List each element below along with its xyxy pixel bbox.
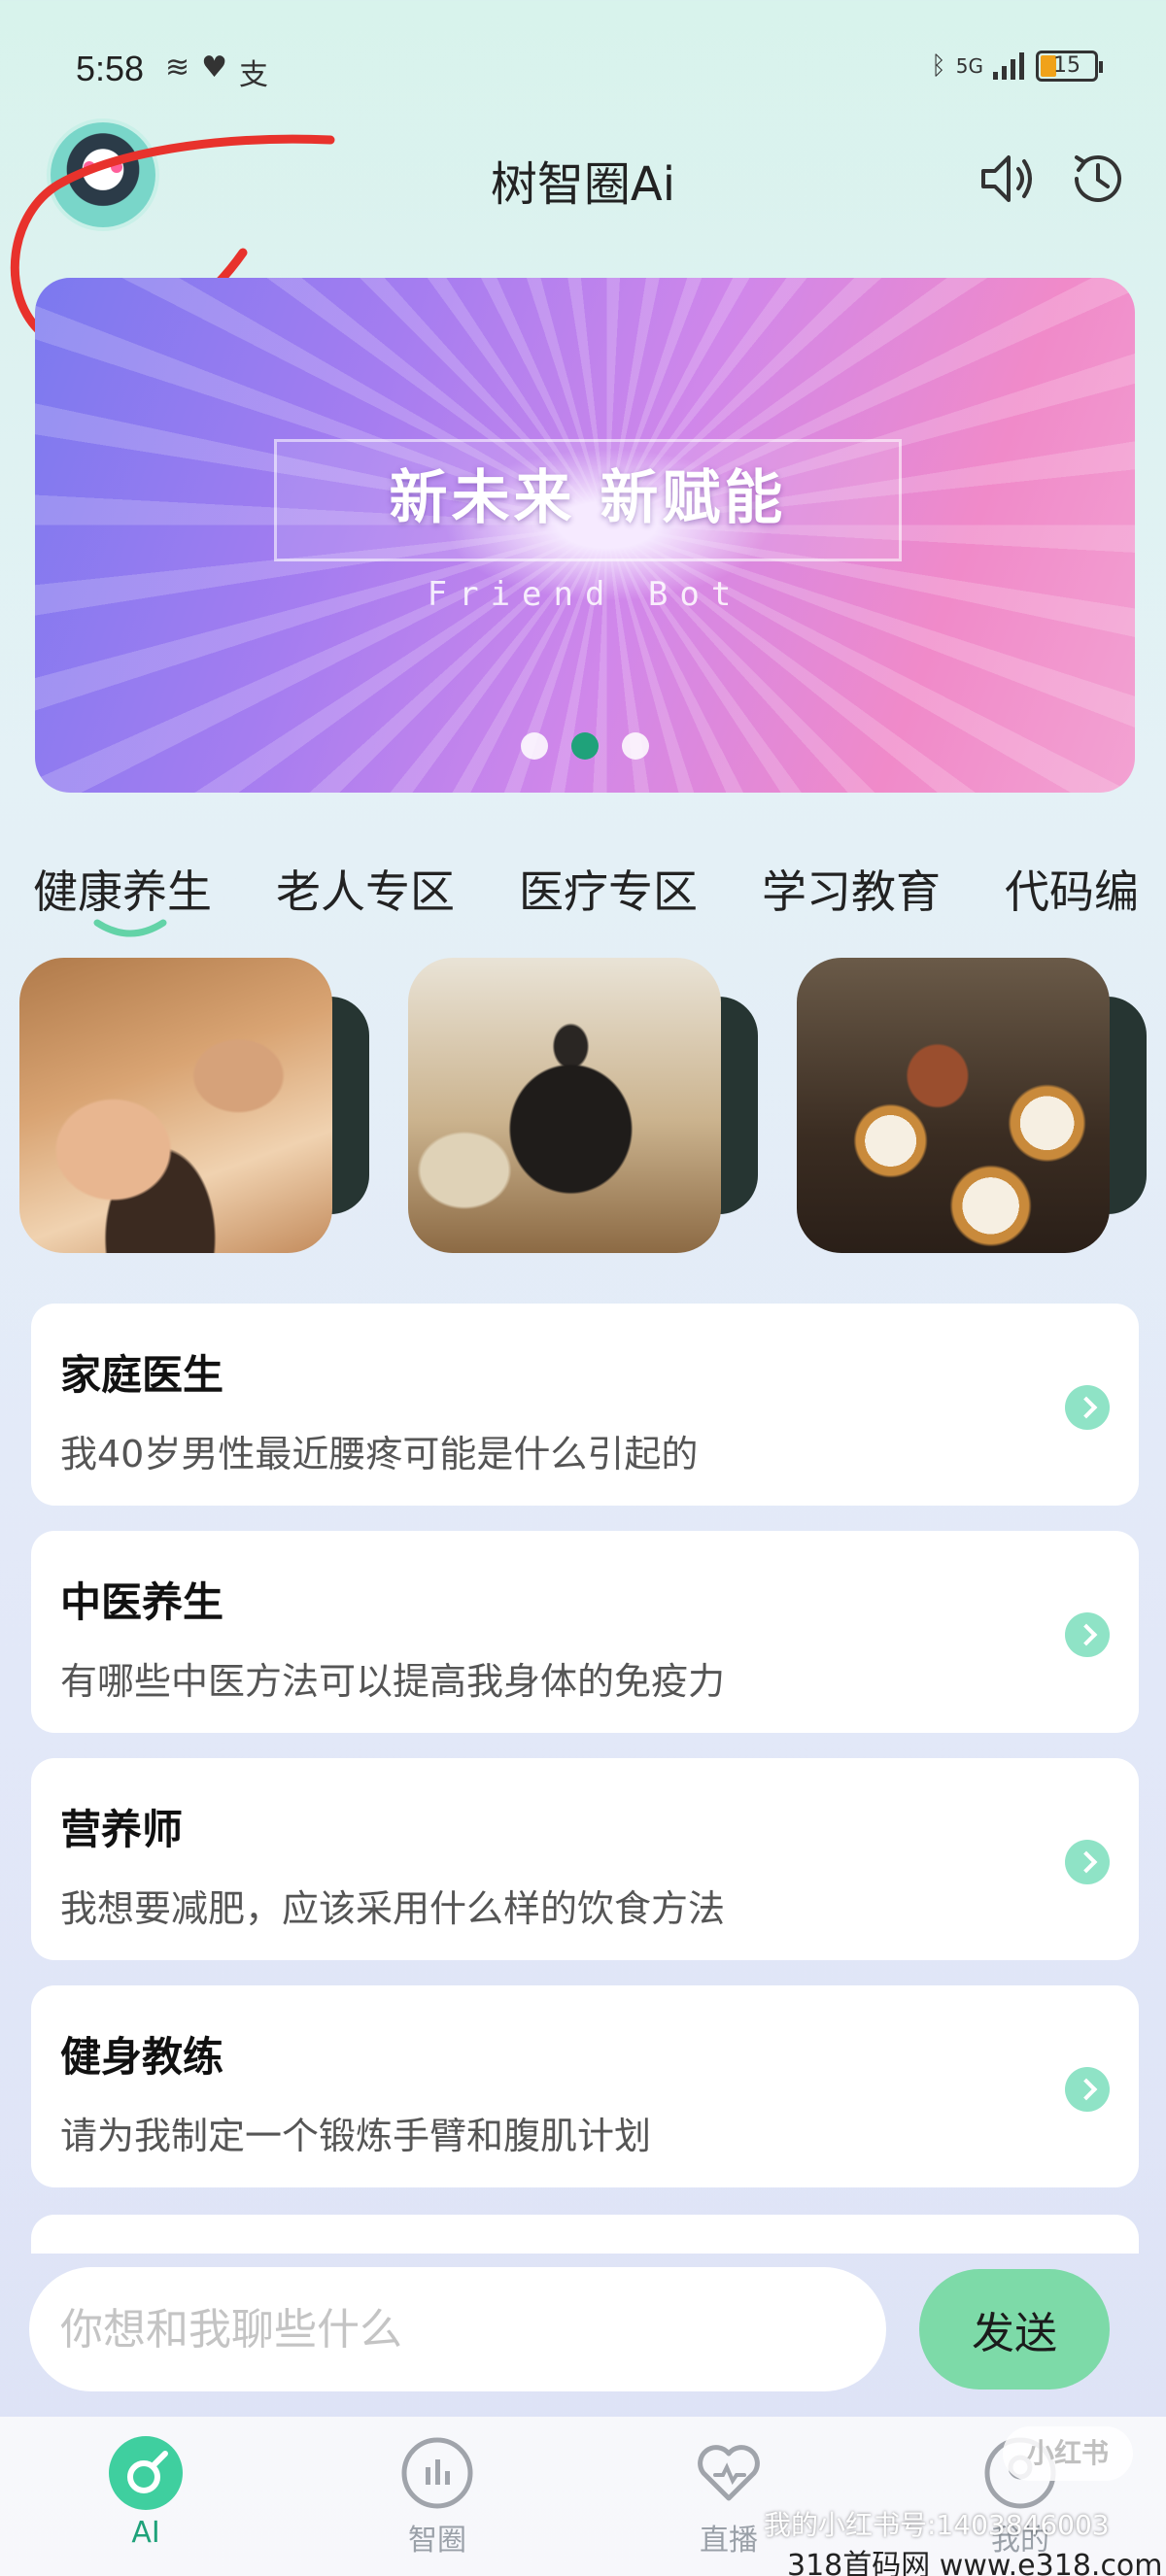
chevron-right-icon[interactable] [1065, 1840, 1110, 1884]
card-question: 请为我制定一个锻炼手臂和腹肌计划 [60, 2115, 652, 2157]
network-label: 5G [955, 54, 983, 78]
status-bar: 5:58 ≋ ♥ 支 ᛒ 5G 15 [0, 0, 1166, 146]
battery-icon: 15 [1036, 51, 1103, 82]
nav-label: AI [131, 2516, 160, 2550]
tab-medical[interactable]: 医疗专区 [519, 857, 698, 934]
active-tab-indicator [93, 919, 167, 937]
banner-dot[interactable] [622, 732, 649, 760]
watermark-account: 我的小红书号:1403846003 [764, 2509, 1110, 2541]
feature-thumbnails [19, 958, 1166, 1253]
system-status: ᛒ 5G 15 [931, 51, 1103, 82]
heart-icon [698, 2445, 760, 2501]
card-question: 我想要减肥，应该采用什么样的饮食方法 [60, 1887, 726, 1930]
chevron-right-icon[interactable] [1065, 1385, 1110, 1430]
nav-label: 智圈 [408, 2524, 466, 2558]
notification-icons: ≋ ♥ 支 [165, 51, 268, 93]
tab-coding[interactable]: 代码编 [1005, 857, 1139, 934]
card-question: 我40岁男性最近腰疼可能是什么引起的 [60, 1433, 699, 1475]
massage-image [19, 958, 332, 1253]
ai-icon [109, 2436, 183, 2510]
list-item[interactable]: 中医养生 有哪些中医方法可以提高我身体的免疫力 [31, 1531, 1139, 1733]
chevron-right-icon[interactable] [1065, 1612, 1110, 1657]
wave-icon: ≋ [165, 51, 190, 85]
thumbnail-massage[interactable] [19, 958, 369, 1253]
bar-chart-icon [401, 2437, 473, 2509]
list-item[interactable]: 健身教练 请为我制定一个锻炼手臂和腹肌计划 [31, 1985, 1139, 2187]
tab-elderly[interactable]: 老人专区 [276, 857, 455, 934]
xiaohongshu-watermark: 小红书 [1003, 2426, 1133, 2481]
signal-icon [993, 52, 1024, 80]
nav-label: 直播 [700, 2524, 758, 2558]
nav-item-circle[interactable]: 智圈 [360, 2434, 515, 2559]
list-item[interactable]: 家庭医生 我40岁男性最近腰疼可能是什么引起的 [31, 1304, 1139, 1506]
status-time: 5:58 [76, 49, 145, 88]
category-tabs: 健康养生 老人专区 医疗专区 学习教育 代码编 [33, 857, 1166, 934]
alipay-icon: 支 [239, 58, 269, 92]
chevron-right-icon[interactable] [1065, 2067, 1110, 2112]
banner-pagination [35, 732, 1135, 760]
history-icon[interactable] [1067, 148, 1129, 210]
heart-icon: ♥ [201, 51, 228, 85]
banner-subtitle: Friend Bot [427, 575, 743, 614]
herbal-pot-image [408, 958, 721, 1253]
promo-banner[interactable]: 新未来 新赋能 Friend Bot [35, 278, 1135, 793]
card-title: 健身教练 [60, 2033, 224, 2081]
thumbnail-tea[interactable] [797, 958, 1147, 1253]
tab-education[interactable]: 学习教育 [762, 857, 941, 934]
banner-dot[interactable] [521, 732, 548, 760]
card-title: 营养师 [60, 1806, 184, 1853]
bluetooth-icon: ᛒ [931, 51, 946, 81]
banner-dot-active[interactable] [571, 732, 599, 760]
list-item-partial[interactable] [31, 2215, 1139, 2254]
tea-image [797, 958, 1110, 1253]
speaker-icon[interactable] [976, 148, 1038, 210]
card-question: 有哪些中医方法可以提高我身体的免疫力 [60, 1660, 726, 1703]
card-title: 家庭医生 [60, 1351, 224, 1399]
watermark-site: 318首码网 www.e318.com [787, 2549, 1163, 2576]
send-button[interactable]: 发送 [919, 2269, 1110, 2390]
thumbnail-herbal-pot[interactable] [408, 958, 758, 1253]
banner-headline: 新未来 新赋能 [389, 464, 787, 532]
nav-item-ai[interactable]: AI [68, 2434, 223, 2550]
list-item[interactable]: 营养师 我想要减肥，应该采用什么样的饮食方法 [31, 1758, 1139, 1960]
chat-input[interactable] [29, 2267, 886, 2391]
card-title: 中医养生 [60, 1578, 224, 1626]
battery-level: 15 [1053, 53, 1080, 78]
